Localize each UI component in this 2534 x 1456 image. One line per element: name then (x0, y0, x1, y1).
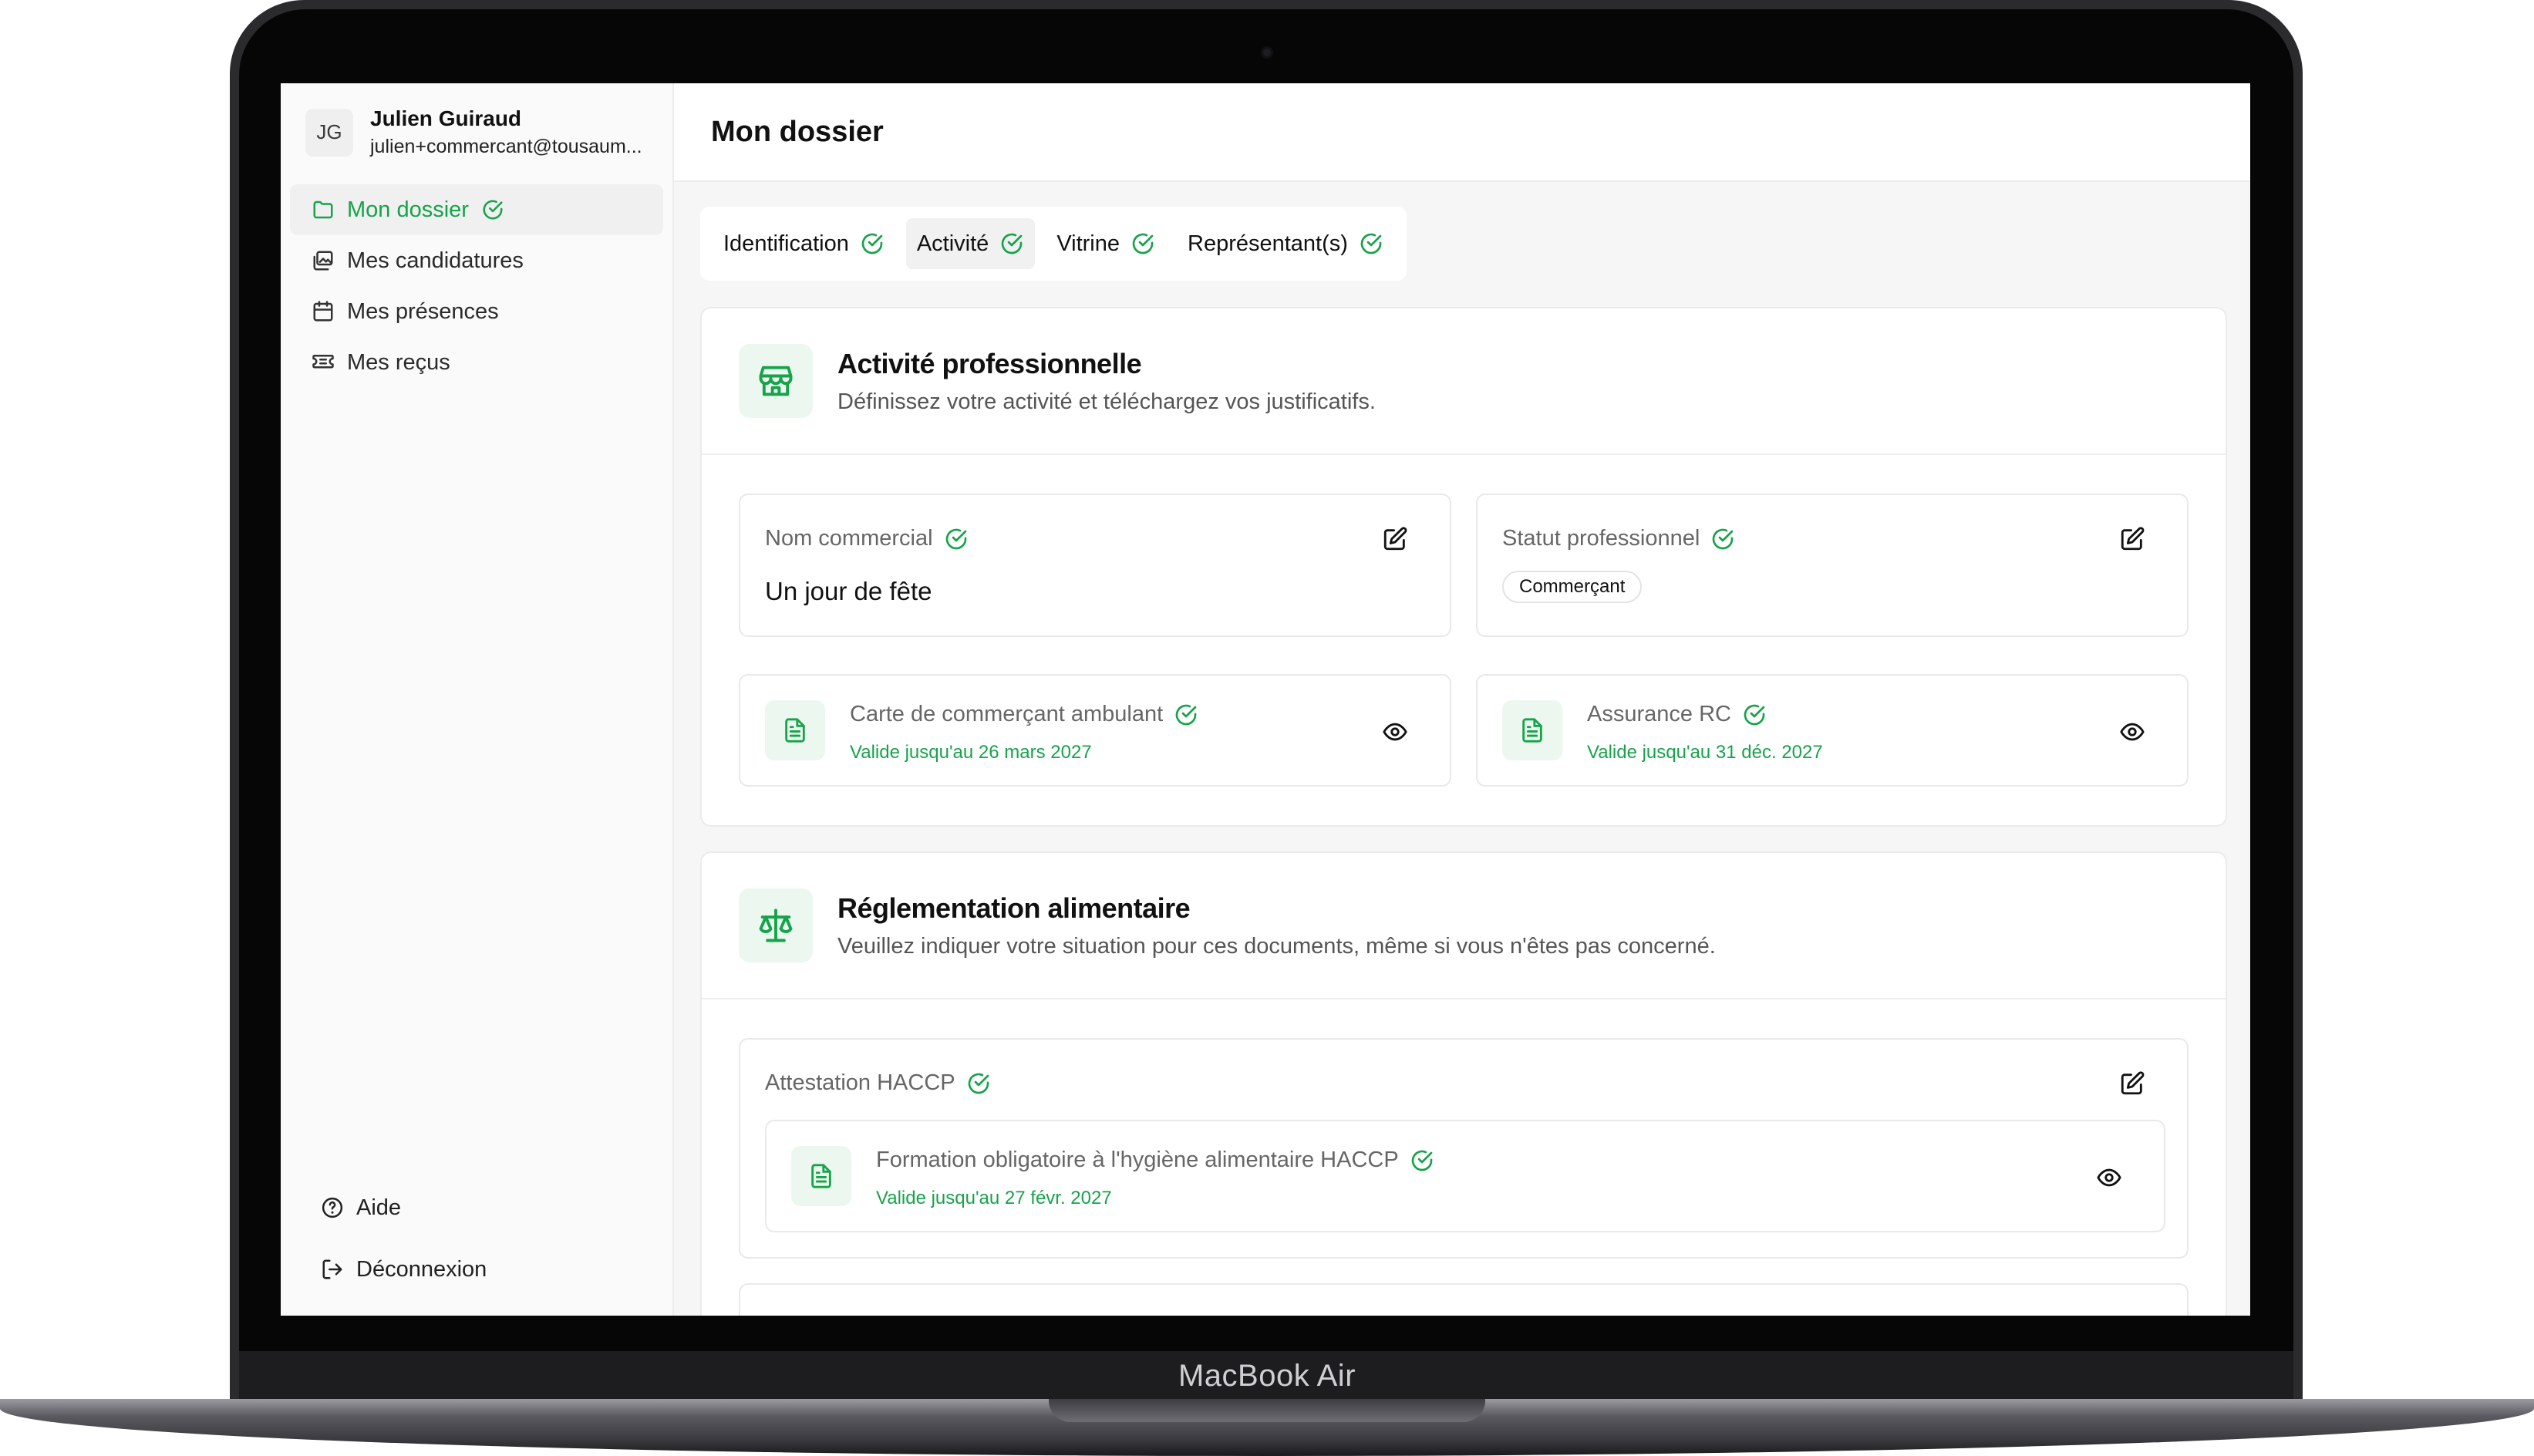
document-icon (791, 1146, 851, 1206)
doc-title-row: Assurance RC (1587, 702, 1767, 727)
sidebar-item-label: Mes présences (347, 298, 499, 324)
check-circle-icon (999, 231, 1024, 256)
check-circle-icon (1359, 231, 1383, 256)
sidebar-item-mes-recus[interactable]: Mes reçus (290, 337, 663, 388)
haccp-label-row: Attestation HACCP (765, 1070, 991, 1096)
camera-icon (1261, 46, 1273, 59)
scale-icon (739, 888, 813, 962)
check-circle-icon (1174, 703, 1198, 727)
doc-card-haccp: Formation obligatoire à l'hygiène alimen… (765, 1120, 2165, 1232)
trade-name-value: Un jour de fête (765, 577, 932, 605)
tab-vitrine[interactable]: Vitrine (1046, 218, 1166, 269)
check-circle-icon (966, 1071, 991, 1096)
doc-card-assurance-rc: Assurance RC Valide jusqu'au 31 déc. 202… (1476, 674, 2189, 787)
eye-icon[interactable] (2096, 1164, 2122, 1191)
document-icon (1502, 700, 1562, 760)
tab-representants[interactable]: Représentant(s) (1177, 218, 1394, 269)
check-circle-icon (1710, 527, 1735, 551)
sidebar-item-label: Mon dossier (347, 197, 469, 222)
eye-icon[interactable] (1382, 719, 1408, 745)
check-circle-icon (481, 198, 504, 221)
activity-subtitle: Définissez votre activité et téléchargez… (837, 389, 1376, 414)
activity-title: Activité professionnelle (837, 347, 1142, 379)
sidebar-item-mon-dossier[interactable]: Mon dossier (290, 184, 663, 235)
user-profile[interactable]: JG Julien Guiraud julien+commercant@tous… (281, 83, 672, 181)
logout-icon (322, 1259, 342, 1279)
trade-name-field: Nom commercial Un jour de fête (739, 494, 1451, 637)
activity-card: Activité professionnelle Définissez votr… (700, 307, 2227, 827)
avatar: JG (305, 108, 353, 157)
check-circle-icon (860, 231, 885, 256)
food-title: Réglementation alimentaire (837, 891, 1191, 924)
doc-validity: Valide jusqu'au 27 févr. 2027 (876, 1188, 1112, 1208)
sidebar-item-label: Mes reçus (347, 349, 450, 375)
sidebar-item-mes-presences[interactable]: Mes présences (290, 286, 663, 337)
doc-title: Carte de commerçant ambulant (850, 702, 1164, 726)
status-label-row: Statut professionnel (1502, 526, 1735, 551)
page-title: Mon dossier (674, 83, 2250, 182)
help-circle-icon (322, 1197, 343, 1218)
calendar-icon (313, 301, 333, 322)
trade-name-label: Nom commercial (765, 526, 933, 551)
trade-name-label-row: Nom commercial (765, 526, 969, 551)
food-card-header: Réglementation alimentaire Veuillez indi… (702, 853, 2226, 999)
edit-icon[interactable] (1382, 526, 1408, 552)
sidebar-item-label: Mes candidatures (347, 248, 524, 273)
food-subtitle: Veuillez indiquer votre situation pour c… (837, 933, 1716, 959)
check-circle-icon (1742, 703, 1767, 727)
tab-label: Activité (916, 231, 989, 256)
edit-icon[interactable] (2119, 526, 2145, 552)
store-icon (739, 344, 813, 418)
activity-card-header: Activité professionnelle Définissez votr… (702, 308, 2226, 455)
document-icon (765, 700, 825, 760)
status-label: Statut professionnel (1502, 526, 1700, 551)
help-label: Aide (356, 1195, 402, 1220)
app-screen: JG Julien Guiraud julien+commercant@tous… (281, 83, 2250, 1316)
doc-validity: Valide jusqu'au 31 déc. 2027 (1587, 742, 1823, 763)
logout-label: Déconnexion (356, 1256, 487, 1282)
main-content: Mon dossier Identification Activité Vitr… (674, 83, 2250, 1316)
check-circle-icon (944, 527, 969, 551)
tab-label: Identification (723, 231, 849, 256)
sidebar: JG Julien Guiraud julien+commercant@tous… (281, 83, 674, 1316)
doc-title: Formation obligatoire à l'hygiène alimen… (876, 1148, 1399, 1172)
status-field: Statut professionnel Commerçant (1476, 494, 2189, 637)
tab-label: Vitrine (1056, 231, 1120, 256)
edit-icon[interactable] (2119, 1070, 2145, 1097)
haccp-label: Attestation HACCP (765, 1070, 955, 1095)
laptop-notch (1049, 1399, 1485, 1422)
sidebar-item-mes-candidatures[interactable]: Mes candidatures (290, 235, 663, 286)
doc-card-carte-commercant: Carte de commerçant ambulant Valide jusq… (739, 674, 1451, 787)
status-badge: Commerçant (1502, 571, 1643, 603)
haccp-field: Attestation HACCP Formation obligatoire … (739, 1038, 2189, 1259)
doc-title: Assurance RC (1587, 702, 1731, 726)
help-link[interactable]: Aide (290, 1177, 663, 1239)
user-name: Julien Guiraud (370, 106, 522, 130)
folder-icon (313, 201, 333, 219)
tab-label: Représentant(s) (1188, 231, 1348, 256)
next-field (739, 1283, 2189, 1316)
sidebar-footer: Aide Déconnexion (290, 1177, 663, 1300)
food-regulation-card: Réglementation alimentaire Veuillez indi… (700, 851, 2227, 1316)
check-circle-icon (1410, 1148, 1434, 1173)
images-icon (313, 251, 333, 271)
tab-identification[interactable]: Identification (713, 218, 895, 269)
check-circle-icon (1131, 231, 1155, 256)
eye-icon[interactable] (2119, 719, 2145, 745)
tab-activite[interactable]: Activité (905, 218, 1036, 269)
tab-bar: Identification Activité Vitrine Représen… (700, 207, 1407, 281)
sidebar-nav: Mon dossier Mes candidatures Mes présenc… (281, 184, 672, 388)
user-email: julien+commercant@tousaum... (370, 136, 642, 157)
doc-validity: Valide jusqu'au 26 mars 2027 (850, 742, 1092, 763)
logout-link[interactable]: Déconnexion (290, 1239, 663, 1300)
device-brand: MacBook Air (1178, 1359, 1356, 1393)
ticket-icon (312, 355, 334, 369)
doc-title-row: Carte de commerçant ambulant (850, 702, 1198, 727)
doc-title-row: Formation obligatoire à l'hygiène alimen… (876, 1148, 1434, 1173)
